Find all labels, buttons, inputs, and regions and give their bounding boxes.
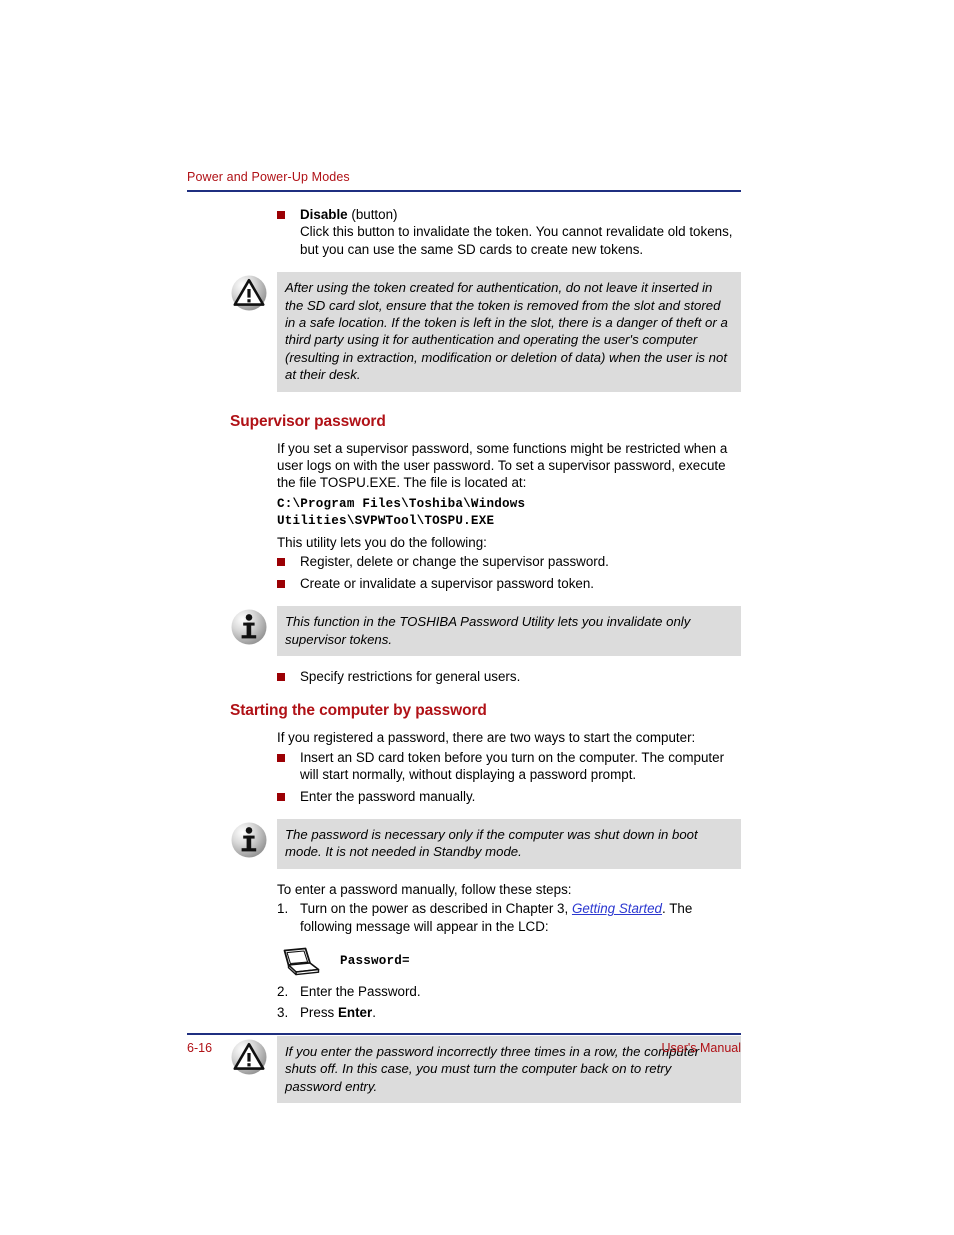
info-circle-icon <box>230 608 268 646</box>
supervisor-bullet-list: Register, delete or change the superviso… <box>0 553 954 592</box>
list-item-label: Insert an SD card token before you turn … <box>300 749 725 783</box>
info-text: This function in the TOSHIBA Password Ut… <box>285 614 691 647</box>
info-circle-icon <box>230 821 268 859</box>
header-title: Power and Power-Up Modes <box>187 170 350 184</box>
list-item: 3. Press Enter. <box>0 1004 954 1021</box>
list-item: 2. Enter the Password. <box>0 983 954 1000</box>
page-number: 6-16 <box>187 1041 213 1055</box>
key-name-label: Enter <box>337 1005 373 1021</box>
page-footer: 6-16 User's Manual <box>187 1040 741 1056</box>
square-bullet-icon <box>277 672 285 681</box>
numbered-steps-part-1: 1. Turn on the power as described in Cha… <box>0 900 954 935</box>
file-path-text: C:\Program Files\Toshiba\Windows Utiliti… <box>277 496 526 528</box>
square-bullet-icon <box>277 753 285 762</box>
info-callout: The password is necessary only if the co… <box>0 818 954 869</box>
step-number: 3. <box>277 1005 289 1021</box>
square-bullet-icon <box>277 792 285 801</box>
list-item-label: Create or invalidate a supervisor passwo… <box>300 575 594 591</box>
list-item-label: Register, delete or change the superviso… <box>300 554 609 570</box>
list-item: Specify restrictions for general users. <box>0 668 954 685</box>
laptop-icon <box>277 947 323 979</box>
starting-paragraph: If you registered a password, there are … <box>277 730 696 746</box>
step-number: 2. <box>277 983 289 999</box>
steps-lead-in: To enter a password manually, follow the… <box>277 881 572 897</box>
numbered-steps-part-2: 2. Enter the Password. 3. Press Enter. <box>0 983 954 1022</box>
footer-rule <box>187 1033 741 1035</box>
manual-label: User's Manual <box>661 1041 742 1055</box>
step-number: 1. <box>277 901 289 917</box>
manual-page: Power and Power-Up Modes Disable (button… <box>0 0 954 1235</box>
list-item-label: Specify restrictions for general users. <box>300 668 521 684</box>
supervisor-paragraph: If you set a supervisor password, some f… <box>277 440 728 491</box>
step-text: Enter the Password. <box>300 983 421 999</box>
info-text-box: This function in the TOSHIBA Password Ut… <box>277 606 741 656</box>
warning-triangle-icon <box>230 274 268 312</box>
starting-bullet-list: Insert an SD card token before you turn … <box>0 749 954 805</box>
supervisor-bullet-list-after: Specify restrictions for general users. <box>0 668 954 685</box>
page-header: Power and Power-Up Modes <box>187 169 741 185</box>
square-bullet-icon <box>277 579 285 588</box>
term-suffix: (button) <box>347 207 398 222</box>
list-item: Insert an SD card token before you turn … <box>0 749 954 784</box>
list-item: Disable (button) Click this button to in… <box>0 206 954 258</box>
warning-text: After using the token created for authen… <box>285 280 728 383</box>
section-heading-supervisor: Supervisor password <box>230 412 386 430</box>
header-rule <box>187 190 741 192</box>
info-text-box: The password is necessary only if the co… <box>277 818 741 869</box>
supervisor-lead-in: This utility lets you do the following: <box>277 534 487 550</box>
cross-reference-link[interactable]: Getting Started <box>572 901 662 916</box>
list-item-text: Click this button to invalidate the toke… <box>300 224 733 257</box>
section-heading-starting: Starting the computer by password <box>230 702 487 720</box>
list-item-label: Enter the password manually. <box>300 788 476 804</box>
step-text-before: Turn on the power as described in Chapte… <box>300 901 572 917</box>
warning-callout: After using the token created for authen… <box>0 272 954 392</box>
warning-text-box: After using the token created for authen… <box>277 272 741 392</box>
step-text-after: . <box>372 1005 376 1021</box>
info-callout: This function in the TOSHIBA Password Ut… <box>0 606 954 656</box>
page-content: Disable (button) Click this button to in… <box>0 206 954 1103</box>
square-bullet-icon <box>277 558 285 567</box>
lcd-message-figure: Password= <box>0 945 954 983</box>
square-bullet-icon <box>277 211 285 219</box>
lcd-message-text: Password= <box>340 953 410 968</box>
list-item: Create or invalidate a supervisor passwo… <box>0 575 954 592</box>
info-text: The password is necessary only if the co… <box>285 826 698 860</box>
list-item: 1. Turn on the power as described in Cha… <box>0 900 954 935</box>
term-label: Disable <box>300 207 348 222</box>
intro-bullet-list: Disable (button) Click this button to in… <box>0 206 954 258</box>
list-item: Register, delete or change the superviso… <box>0 553 954 570</box>
step-text-before: Press <box>300 1005 338 1021</box>
list-item: Enter the password manually. <box>0 788 954 805</box>
